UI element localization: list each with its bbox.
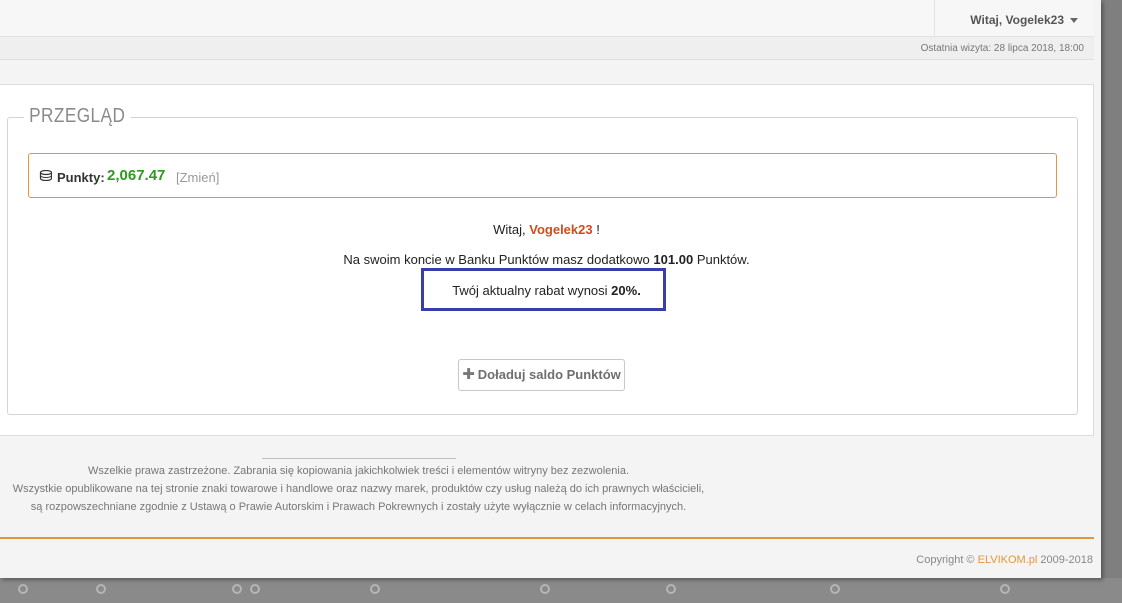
copyright-prefix: Copyright © — [916, 554, 975, 566]
topup-button-label: Doładuj saldo Punktów — [477, 367, 621, 382]
circuit-dot — [830, 584, 840, 594]
copyright-years: 2009-2018 — [1040, 554, 1093, 566]
circuit-dot — [1000, 584, 1010, 594]
welcome-username: Vogelek23 — [529, 222, 593, 237]
circuit-dot — [250, 584, 260, 594]
welcome-suffix: ! — [596, 222, 600, 237]
topup-points-button[interactable]: ✚ Doładuj saldo Punktów — [458, 359, 625, 391]
legal-text-line: są rozpowszechniane zgodnie z Ustawą o P… — [30, 501, 687, 513]
page-container: Witaj, Vogelek23 Ostatnia wizyta: 28 lip… — [0, 0, 1101, 578]
circuit-dot — [232, 584, 242, 594]
discount-message: Twój aktualny rabat wynosi 20%. — [0, 283, 1093, 298]
background-pattern-bottom — [0, 578, 1122, 603]
balance-value: 101.00 — [653, 252, 694, 267]
footer-accent-rule — [0, 537, 1094, 539]
balance-prefix: Na swoim koncie w Banku Punktów masz dod… — [343, 252, 650, 267]
points-label: Punkty: — [57, 170, 105, 185]
legal-text-line: Wszystkie opublikowane na tej stronie zn… — [12, 483, 705, 495]
overview-title: PRZEGLĄD — [24, 105, 131, 128]
circuit-dot — [18, 584, 28, 594]
circuit-dot — [540, 584, 550, 594]
circuit-dot — [666, 584, 676, 594]
top-bar: Witaj, Vogelek23 — [0, 0, 1094, 37]
discount-prefix: Twój aktualny rabat wynosi — [452, 283, 608, 298]
plus-icon: ✚ — [462, 366, 475, 383]
legal-text-line: Wszelkie prawa zastrzeżone. Zabrania się… — [87, 465, 630, 477]
last-visit-bar: Ostatnia wizyta: 28 lipca 2018, 18:00 — [0, 37, 1094, 60]
points-balance-message: Na swoim koncie w Banku Punktów masz dod… — [0, 252, 1093, 267]
welcome-prefix: Witaj, — [493, 222, 526, 237]
points-box: Punkty: 2,067.47 [Zmień] — [28, 153, 1057, 198]
top-bar-divider — [934, 0, 935, 36]
caret-down-icon — [1070, 18, 1078, 24]
discount-value: 20%. — [611, 283, 641, 298]
brand-link[interactable]: ELVIKOM.pl — [978, 554, 1038, 566]
circuit-dot — [96, 584, 106, 594]
background-pattern-right — [1100, 0, 1122, 603]
points-value: 2,067.47 — [107, 167, 166, 184]
balance-suffix: Punktów. — [696, 252, 750, 267]
copyright: Copyright © ELVIKOM.pl 2009-2018 — [916, 554, 1093, 566]
user-menu[interactable]: Witaj, Vogelek23 — [970, 13, 1078, 27]
footer-divider — [262, 458, 456, 459]
change-points-link[interactable]: [Zmień] — [176, 170, 219, 185]
coins-icon — [39, 170, 52, 181]
last-visit: Ostatnia wizyta: 28 lipca 2018, 18:00 — [920, 43, 1084, 54]
user-greeting: Witaj, Vogelek23 — [970, 13, 1064, 27]
welcome-message: Witaj, Vogelek23 ! — [0, 222, 1093, 237]
circuit-dot — [370, 584, 380, 594]
